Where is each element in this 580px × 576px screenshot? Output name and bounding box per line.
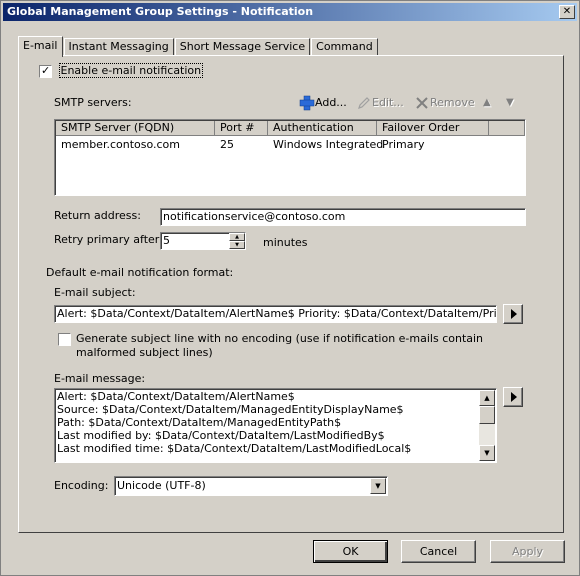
window-title: Global Management Group Settings - Notif… bbox=[7, 5, 314, 18]
retry-label: Retry primary after: bbox=[54, 233, 163, 246]
move-down-button[interactable]: ▼ bbox=[506, 94, 514, 112]
tab-command-label: Command bbox=[316, 40, 373, 53]
encoding-label: Encoding: bbox=[54, 479, 109, 492]
no-encoding-label-line1: Generate subject line with no encoding (… bbox=[76, 332, 484, 345]
scroll-up-button[interactable]: ▲ bbox=[479, 390, 495, 406]
settings-dialog: Global Management Group Settings - Notif… bbox=[0, 0, 580, 576]
move-up-button[interactable]: ▲ bbox=[483, 94, 491, 112]
no-encoding-checkbox[interactable] bbox=[58, 332, 71, 346]
cell-port: 25 bbox=[220, 138, 234, 151]
format-heading: Default e-mail notification format: bbox=[46, 266, 234, 279]
message-scrollbar[interactable]: ▲ ▼ bbox=[479, 390, 495, 461]
title-bar: Global Management Group Settings - Notif… bbox=[3, 3, 577, 21]
tab-command[interactable]: Command bbox=[311, 38, 378, 56]
subject-label: E-mail subject: bbox=[54, 286, 136, 299]
smtp-servers-label: SMTP servers: bbox=[54, 96, 132, 109]
message-line: Last modified time: $Data/Context/DataIt… bbox=[57, 442, 412, 455]
message-line: Path: $Data/Context/DataItem/ManagedEnti… bbox=[57, 416, 342, 429]
column-header-failover[interactable]: Failover Order bbox=[377, 121, 489, 136]
cancel-button[interactable]: Cancel bbox=[401, 540, 476, 563]
ok-button[interactable]: OK bbox=[313, 540, 388, 563]
tab-strip: E-mail Instant Messaging Short Message S… bbox=[18, 36, 379, 57]
column-header-port[interactable]: Port # bbox=[215, 121, 268, 136]
arrow-up-icon: ▲ bbox=[483, 97, 491, 108]
column-header-filler bbox=[489, 121, 525, 136]
column-header-authentication[interactable]: Authentication bbox=[268, 121, 377, 136]
spin-up-button[interactable]: ▲ bbox=[229, 233, 245, 241]
spin-up-icon: ▲ bbox=[235, 234, 239, 240]
no-encoding-row bbox=[58, 332, 71, 346]
tab-email-label: E-mail bbox=[23, 39, 58, 52]
enable-notification-row: Enable e-mail notification bbox=[39, 63, 204, 78]
chevron-down-icon: ▼ bbox=[375, 482, 381, 490]
scroll-down-icon: ▼ bbox=[484, 449, 490, 457]
tab-instant-messaging[interactable]: Instant Messaging bbox=[63, 38, 174, 56]
column-header-server[interactable]: SMTP Server (FQDN) bbox=[56, 121, 215, 136]
apply-button[interactable]: Apply bbox=[490, 540, 565, 563]
arrow-down-icon: ▼ bbox=[506, 97, 514, 108]
close-button[interactable]: ✕ bbox=[559, 5, 575, 19]
subject-insert-button[interactable] bbox=[503, 304, 523, 324]
remove-label: Remove bbox=[430, 96, 475, 109]
message-content: Alert: $Data/Context/DataItem/AlertName$… bbox=[57, 390, 411, 455]
edit-label: Edit... bbox=[372, 96, 404, 109]
table-row[interactable]: member.contoso.com 25 Windows Integrated… bbox=[56, 138, 524, 153]
remove-server-button[interactable]: Remove bbox=[414, 94, 475, 112]
enable-notification-label[interactable]: Enable e-mail notification bbox=[58, 63, 204, 78]
encoding-select[interactable]: Unicode (UTF-8) ▼ bbox=[114, 476, 388, 496]
retry-value: 5 bbox=[163, 234, 170, 247]
message-line: Last modified by: $Data/Context/DataItem… bbox=[57, 429, 385, 442]
tab-sms[interactable]: Short Message Service bbox=[174, 38, 311, 56]
retry-unit: minutes bbox=[263, 236, 308, 249]
pencil-icon bbox=[358, 97, 370, 109]
cell-authentication: Windows Integrated bbox=[273, 138, 384, 151]
cell-server: member.contoso.com bbox=[61, 138, 181, 151]
tab-instant-messaging-label: Instant Messaging bbox=[68, 40, 169, 53]
return-address-label: Return address: bbox=[54, 209, 141, 222]
return-address-input[interactable]: notificationservice@contoso.com bbox=[160, 208, 526, 226]
retry-stepper[interactable]: 5 ▲ ▼ bbox=[160, 232, 246, 250]
message-line: Source: $Data/Context/DataItem/ManagedEn… bbox=[57, 403, 404, 416]
spin-down-icon: ▼ bbox=[235, 242, 239, 248]
message-insert-button[interactable] bbox=[503, 387, 523, 407]
tab-email[interactable]: E-mail bbox=[18, 36, 63, 57]
cell-failover: Primary bbox=[382, 138, 425, 151]
scroll-thumb[interactable] bbox=[479, 406, 495, 424]
add-label: Add... bbox=[315, 96, 347, 109]
subject-input[interactable]: Alert: $Data/Context/DataItem/AlertName$… bbox=[54, 305, 497, 323]
smtp-server-list[interactable]: SMTP Server (FQDN) Port # Authentication… bbox=[54, 119, 526, 196]
encoding-dropdown-button[interactable]: ▼ bbox=[370, 478, 386, 494]
no-encoding-label-line2: malformed subject lines) bbox=[76, 346, 213, 359]
remove-icon bbox=[416, 97, 428, 109]
enable-notification-checkbox[interactable] bbox=[39, 64, 52, 78]
encoding-value: Unicode (UTF-8) bbox=[117, 479, 206, 492]
message-line: Alert: $Data/Context/DataItem/AlertName$ bbox=[57, 390, 295, 403]
spin-down-button[interactable]: ▼ bbox=[229, 241, 245, 249]
edit-server-button[interactable]: Edit... bbox=[356, 94, 404, 112]
no-encoding-label[interactable]: Generate subject line with no encoding (… bbox=[76, 332, 483, 360]
scroll-up-icon: ▲ bbox=[484, 394, 490, 402]
tab-sms-label: Short Message Service bbox=[179, 40, 306, 53]
message-label: E-mail message: bbox=[54, 372, 146, 385]
scroll-down-button[interactable]: ▼ bbox=[479, 445, 495, 461]
message-textarea[interactable]: Alert: $Data/Context/DataItem/AlertName$… bbox=[54, 388, 497, 463]
add-icon bbox=[299, 95, 315, 111]
add-server-button[interactable]: Add... bbox=[299, 94, 347, 112]
